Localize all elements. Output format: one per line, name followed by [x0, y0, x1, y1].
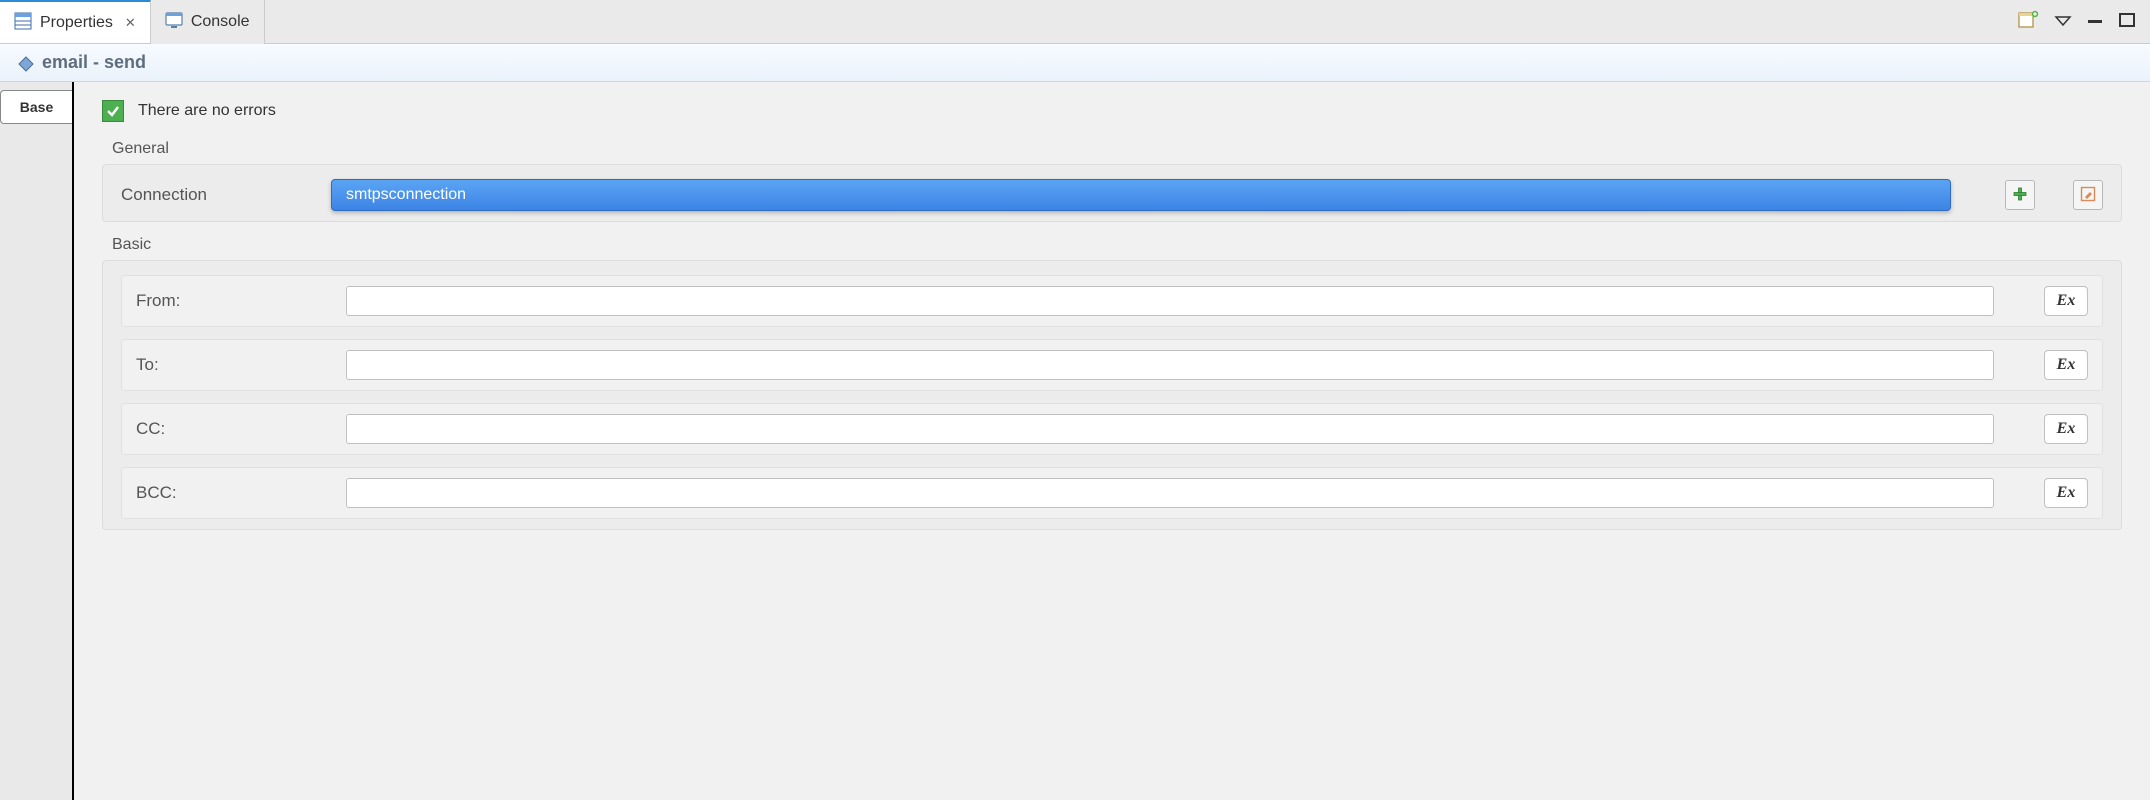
connection-row: Connection smtpsconnection	[121, 179, 2103, 211]
tab-console-label: Console	[191, 13, 250, 31]
properties-header: email - send	[0, 44, 2150, 82]
section-label-basic: Basic	[112, 236, 2122, 254]
node-icon	[18, 56, 32, 70]
side-tab-label: Base	[20, 99, 53, 115]
from-input[interactable]	[346, 286, 1994, 316]
minimize-icon[interactable]	[2086, 14, 2104, 30]
page-title: email - send	[42, 52, 146, 73]
section-label-general: General	[112, 140, 2122, 158]
view-tabbar: Properties ✕ Console	[0, 0, 2150, 44]
side-tab-strip: Base	[0, 82, 74, 800]
to-input[interactable]	[346, 350, 1994, 380]
edit-icon	[2080, 186, 2096, 205]
connection-value: smtpsconnection	[346, 186, 466, 204]
expression-icon: Ex	[2057, 484, 2076, 502]
connection-select[interactable]: smtpsconnection	[331, 179, 1951, 211]
bcc-input[interactable]	[346, 478, 1994, 508]
properties-body: Base There are no errors General Connect…	[0, 82, 2150, 800]
cc-input[interactable]	[346, 414, 1994, 444]
field-row-from: From: Ex	[121, 275, 2103, 327]
cc-expression-button[interactable]: Ex	[2044, 414, 2088, 444]
to-expression-button[interactable]: Ex	[2044, 350, 2088, 380]
view-menu-icon[interactable]	[2054, 14, 2072, 30]
tabbar-toolbar	[2018, 10, 2150, 33]
from-expression-button[interactable]: Ex	[2044, 286, 2088, 316]
expression-icon: Ex	[2057, 356, 2076, 374]
content-area: There are no errors General Connection s…	[74, 82, 2150, 800]
new-view-icon[interactable]	[2018, 10, 2040, 33]
connection-label: Connection	[121, 185, 321, 205]
maximize-icon[interactable]	[2118, 12, 2136, 31]
field-row-cc: CC: Ex	[121, 403, 2103, 455]
field-row-to: To: Ex	[121, 339, 2103, 391]
section-general: Connection smtpsconnection	[102, 164, 2122, 222]
console-icon	[165, 11, 183, 32]
error-status-text: There are no errors	[138, 102, 276, 120]
close-icon[interactable]: ✕	[125, 15, 136, 31]
side-tab-base[interactable]: Base	[0, 90, 72, 124]
bcc-label: BCC:	[136, 483, 336, 503]
add-connection-button[interactable]	[2005, 180, 2035, 210]
properties-icon	[14, 12, 32, 33]
tab-properties[interactable]: Properties ✕	[0, 0, 151, 43]
error-status-row: There are no errors	[102, 100, 2122, 122]
tab-console[interactable]: Console	[151, 0, 265, 44]
tab-properties-label: Properties	[40, 14, 113, 32]
plus-icon	[2012, 186, 2028, 205]
expression-icon: Ex	[2057, 420, 2076, 438]
field-row-bcc: BCC: Ex	[121, 467, 2103, 519]
cc-label: CC:	[136, 419, 336, 439]
check-icon	[102, 100, 124, 122]
to-label: To:	[136, 355, 336, 375]
edit-connection-button[interactable]	[2073, 180, 2103, 210]
from-label: From:	[136, 291, 336, 311]
expression-icon: Ex	[2057, 292, 2076, 310]
bcc-expression-button[interactable]: Ex	[2044, 478, 2088, 508]
section-basic: From: Ex To: Ex CC: Ex BCC: Ex	[102, 260, 2122, 530]
